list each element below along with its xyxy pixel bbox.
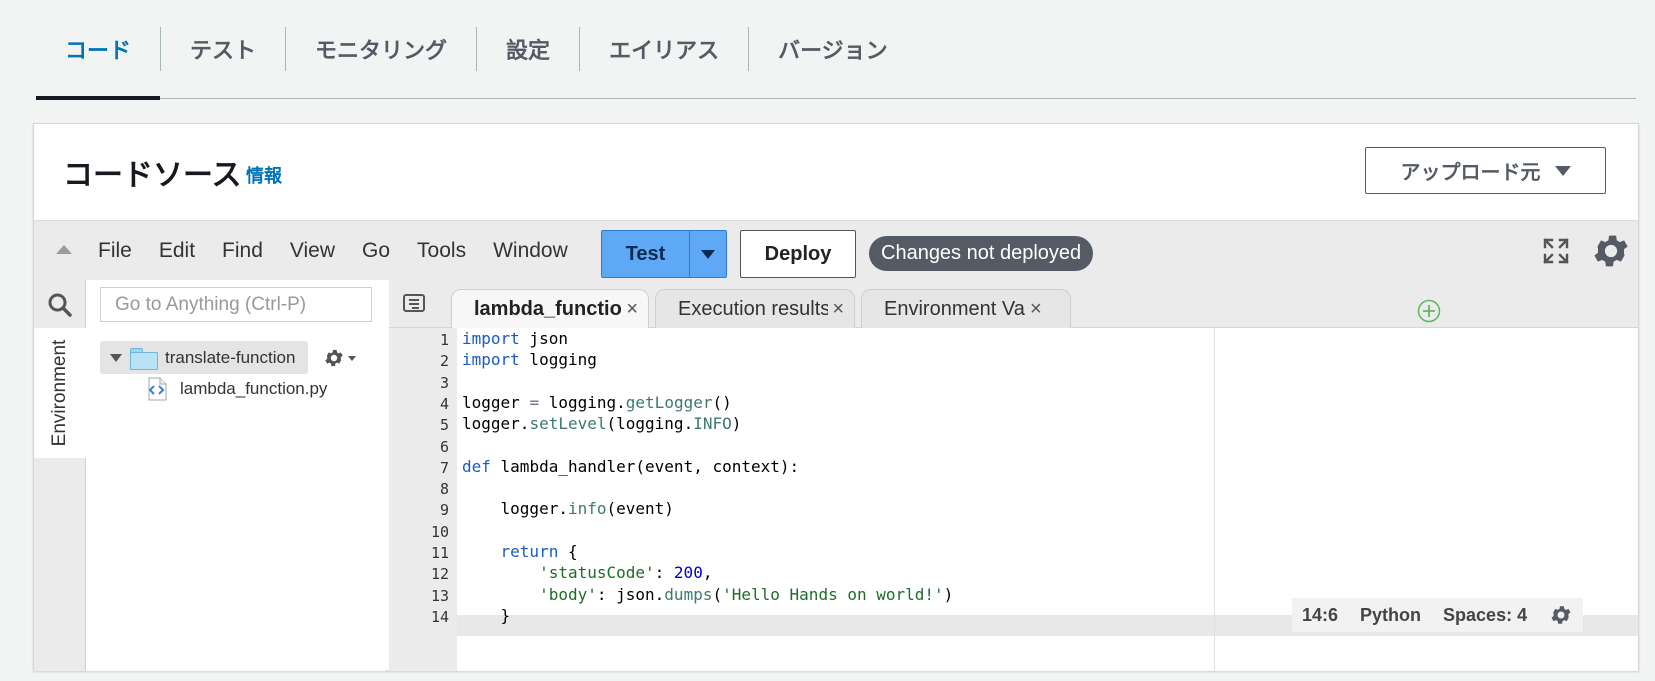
folder-icon <box>130 347 158 370</box>
deploy-status-badge: Changes not deployed <box>869 236 1094 271</box>
code-line[interactable]: logger.setLevel(logging.INFO) <box>462 414 741 433</box>
code-line[interactable]: return { <box>462 542 578 561</box>
editor-tab-label: lambda_function <box>474 298 623 320</box>
environment-tab-label: Environment <box>49 339 70 447</box>
ide-toolbar: File Edit Find View Go Tools Window Test… <box>34 220 1638 280</box>
code-line[interactable]: } <box>462 606 511 625</box>
code-line[interactable]: def lambda_handler(event, context): <box>462 457 799 476</box>
python-file-icon <box>148 377 167 401</box>
line-number: 1 <box>439 331 449 349</box>
editor-tab-label: Environment Vari <box>884 298 1026 320</box>
test-dropdown-button[interactable] <box>690 231 726 277</box>
expand-triangle-icon[interactable] <box>110 353 122 362</box>
upload-from-label: アップロード元 <box>1400 162 1541 184</box>
code-line[interactable]: import logging <box>462 350 597 369</box>
line-number: 10 <box>430 522 449 541</box>
tree-root-folder[interactable]: translate-function <box>100 341 308 374</box>
search-icon[interactable] <box>47 292 73 318</box>
line-number: 8 <box>439 480 449 499</box>
menu-go[interactable]: Go <box>362 239 390 263</box>
root-folder-label: translate-function <box>165 347 296 367</box>
editor-tab-label: Execution results <box>678 298 829 320</box>
tab-monitoring[interactable]: モニタリング <box>286 0 476 99</box>
line-number: 11 <box>430 544 449 562</box>
tab-configuration[interactable]: 設定 <box>477 0 579 99</box>
menu-find[interactable]: Find <box>222 239 263 263</box>
line-number: 2 <box>439 352 449 371</box>
deploy-button[interactable]: Deploy <box>740 230 856 278</box>
info-link[interactable]: 情報 <box>246 162 282 188</box>
code-line[interactable]: 'statusCode': 200, <box>462 563 712 582</box>
line-number: 12 <box>430 565 449 584</box>
menu-file[interactable]: File <box>98 239 132 263</box>
settings-gear-icon[interactable] <box>1590 230 1632 272</box>
line-number: 4 <box>439 394 449 413</box>
editor-tab-lambda-function[interactable]: lambda_function × <box>451 289 649 329</box>
menu-tools[interactable]: Tools <box>417 239 466 263</box>
function-tabs: コード テスト モニタリング 設定 エイリアス バージョン <box>36 0 1636 100</box>
line-number: 5 <box>439 416 449 435</box>
tree-settings-gear-icon[interactable] <box>323 347 345 369</box>
tab-versions[interactable]: バージョン <box>749 0 917 99</box>
indent-setting[interactable]: Spaces: 4 <box>1443 605 1527 626</box>
ide-menu-bar: File Edit Find View Go Tools Window <box>98 221 595 281</box>
file-label: lambda_function.py <box>180 379 328 398</box>
tab-aliases[interactable]: エイリアス <box>580 0 748 99</box>
menu-edit[interactable]: Edit <box>159 239 195 263</box>
caret-down-icon <box>1554 165 1571 176</box>
line-number: 7 <box>439 458 449 477</box>
panel-title: コードソース <box>63 159 242 192</box>
cursor-position[interactable]: 14:6 <box>1302 605 1338 626</box>
line-number: 14 <box>430 607 449 626</box>
close-icon[interactable]: × <box>626 298 638 321</box>
collapse-toolbar-icon[interactable] <box>56 245 72 254</box>
test-button-label[interactable]: Test <box>602 231 690 277</box>
code-line[interactable]: logger.info(event) <box>462 499 674 518</box>
go-to-anything-input[interactable] <box>100 287 372 322</box>
tab-test[interactable]: テスト <box>161 0 285 99</box>
print-margin <box>1214 328 1215 671</box>
tab-code[interactable]: コード <box>36 0 161 100</box>
close-icon[interactable]: × <box>832 298 844 321</box>
line-number: 9 <box>439 501 449 520</box>
line-number: 3 <box>439 373 449 392</box>
ide-left-rail: Environment <box>34 280 86 671</box>
close-icon[interactable]: × <box>1030 298 1042 321</box>
editor-status-bar: 14:6 Python Spaces: 4 <box>1292 598 1584 632</box>
tab-list-icon[interactable] <box>403 293 425 313</box>
file-tree: translate-function lambda_function.py <box>86 280 386 671</box>
fullscreen-icon[interactable] <box>1543 238 1569 264</box>
add-tab-icon[interactable] <box>1417 299 1441 323</box>
code-line[interactable]: 'body': json.dumps('Hello Hands on world… <box>462 585 953 604</box>
test-button: Test <box>601 230 727 278</box>
language-mode[interactable]: Python <box>1360 605 1421 626</box>
editor-settings-gear-icon[interactable] <box>1549 603 1573 627</box>
upload-from-button[interactable]: アップロード元 <box>1365 147 1606 194</box>
menu-view[interactable]: View <box>290 239 335 263</box>
caret-down-icon[interactable] <box>348 356 356 361</box>
code-line[interactable]: import json <box>462 329 568 348</box>
environment-tab[interactable]: Environment <box>34 328 86 458</box>
tree-file-item[interactable]: lambda_function.py <box>146 375 327 403</box>
editor-tab-execution-results[interactable]: Execution results × <box>655 289 855 329</box>
line-number: 6 <box>439 437 449 456</box>
code-line[interactable]: logger = logging.getLogger() <box>462 393 732 412</box>
code-source-panel: コードソース 情報 アップロード元 File Edit Find View Go… <box>33 123 1639 671</box>
menu-window[interactable]: Window <box>493 239 568 263</box>
line-number: 13 <box>430 586 449 605</box>
editor-tab-bar: lambda_function × Execution results × En… <box>389 280 1638 329</box>
caret-down-icon <box>701 249 715 259</box>
editor-tab-environment-variables[interactable]: Environment Vari × <box>861 289 1071 329</box>
panel-header: コードソース 情報 アップロード元 <box>34 124 1638 220</box>
